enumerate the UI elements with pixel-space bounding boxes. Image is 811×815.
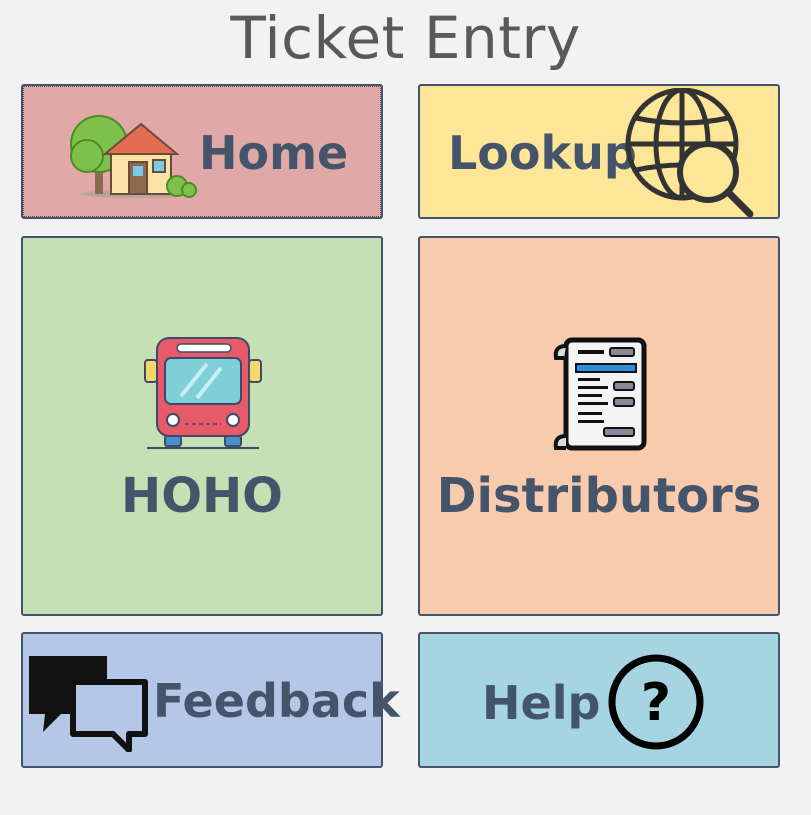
help-button[interactable]: Help ? <box>418 632 780 768</box>
globe-search-icon <box>625 88 754 218</box>
bus-icon <box>144 337 262 449</box>
house-icon <box>70 115 197 198</box>
hoho-button[interactable]: HOHO <box>21 236 383 616</box>
receipt-icon <box>553 337 647 451</box>
distributors-label: Distributors <box>436 468 762 524</box>
help-label: Help <box>482 676 601 730</box>
speech-bubbles-icon <box>29 656 148 752</box>
feedback-label: Feedback <box>153 674 400 728</box>
svg-text:?: ? <box>641 673 671 733</box>
home-button[interactable]: Home <box>21 84 383 219</box>
feedback-button[interactable]: Feedback <box>21 632 400 768</box>
distributors-button[interactable]: Distributors <box>418 236 780 616</box>
lookup-button[interactable]: Lookup <box>418 84 780 219</box>
page-title: Ticket Entry <box>230 4 581 72</box>
hoho-label: HOHO <box>121 468 283 524</box>
home-label: Home <box>199 126 349 180</box>
question-mark-icon: ? <box>608 654 704 750</box>
lookup-label: Lookup <box>448 126 637 180</box>
